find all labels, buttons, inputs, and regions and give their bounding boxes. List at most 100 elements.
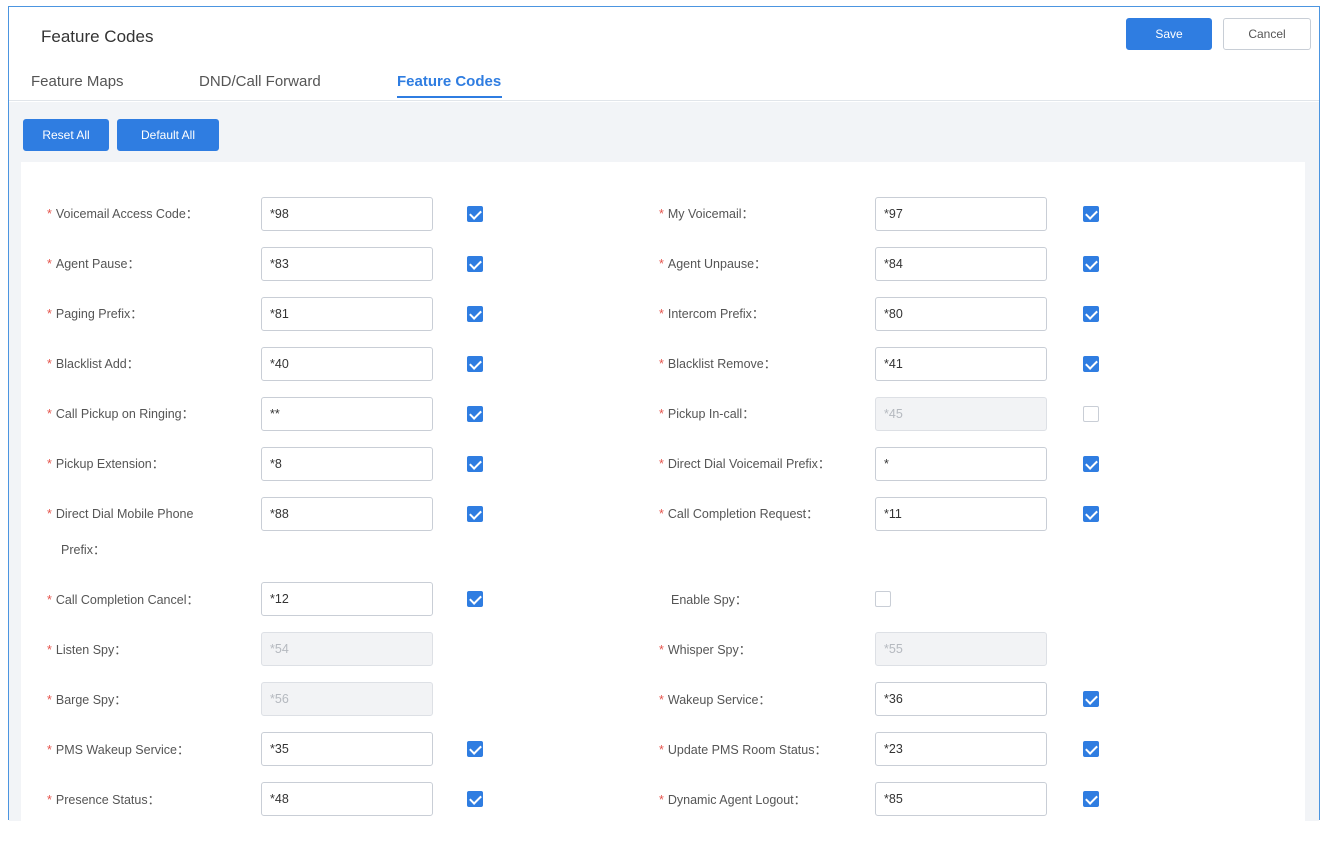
required-marker: * [47,693,52,707]
pms-wakeup-service-label: * PMS Wakeup Service： [47,743,190,757]
required-marker: * [47,507,52,521]
required-marker: * [659,207,664,221]
required-marker: * [659,793,664,807]
whisper-spy-input: *55 [875,632,1047,666]
wakeup-service-checkbox[interactable] [1083,691,1099,707]
required-marker: * [659,407,664,421]
call-completion-request-checkbox[interactable] [1083,506,1099,522]
intercom-prefix-label: * Intercom Prefix： [659,307,765,321]
direct-dial-voicemail-prefix-input[interactable]: * [875,447,1047,481]
intercom-prefix-input[interactable]: *80 [875,297,1047,331]
barge-spy-label: * Barge Spy： [47,693,127,707]
required-marker: * [659,643,664,657]
dynamic-agent-logout-label: * Dynamic Agent Logout： [659,793,807,807]
blacklist-add-input[interactable]: *40 [261,347,433,381]
tab-feature-codes[interactable]: Feature Codes [397,73,501,90]
pickup-extension-label: * Pickup Extension： [47,457,165,471]
required-marker: * [659,307,664,321]
enable-spy-checkbox[interactable] [875,591,891,607]
paging-prefix-label: * Paging Prefix： [47,307,143,321]
paging-prefix-checkbox[interactable] [467,306,483,322]
direct-dial-voicemail-prefix-checkbox[interactable] [1083,456,1099,472]
pms-wakeup-service-checkbox[interactable] [467,741,483,757]
active-tab-indicator [397,96,502,98]
required-marker: * [47,307,52,321]
enable-spy-label: Enable Spy： [671,593,748,607]
blacklist-add-label: * Blacklist Add： [47,357,140,371]
call-completion-cancel-input[interactable]: *12 [261,582,433,616]
blacklist-add-checkbox[interactable] [467,356,483,372]
wakeup-service-label: * Wakeup Service： [659,693,771,707]
content-area: Reset All Default All * Voicemail Access … [9,102,1319,862]
required-marker: * [47,643,52,657]
call-completion-request-label: * Call Completion Request： [659,507,819,521]
agent-unpause-label: * Agent Unpause： [659,257,767,271]
direct-dial-mobile-phone-prefix-label-line2: Prefix： [61,543,106,557]
required-marker: * [659,507,664,521]
paging-prefix-input[interactable]: *81 [261,297,433,331]
voicemail-access-code-input[interactable]: *98 [261,197,433,231]
blacklist-remove-label: * Blacklist Remove： [659,357,777,371]
agent-unpause-input[interactable]: *84 [875,247,1047,281]
listen-spy-input: *54 [261,632,433,666]
direct-dial-voicemail-prefix-label: * Direct Dial Voicemail Prefix： [659,457,831,471]
cancel-button[interactable]: Cancel [1223,18,1311,50]
required-marker: * [659,693,664,707]
required-marker: * [47,457,52,471]
save-button[interactable]: Save [1126,18,1212,50]
call-completion-cancel-checkbox[interactable] [467,591,483,607]
agent-pause-input[interactable]: *83 [261,247,433,281]
dynamic-agent-logout-input[interactable]: *85 [875,782,1047,816]
agent-unpause-checkbox[interactable] [1083,256,1099,272]
reset-all-button[interactable]: Reset All [23,119,109,151]
blacklist-remove-input[interactable]: *41 [875,347,1047,381]
listen-spy-label: * Listen Spy： [47,643,127,657]
whisper-spy-label: * Whisper Spy： [659,643,752,657]
required-marker: * [47,593,52,607]
agent-pause-label: * Agent Pause： [47,257,140,271]
required-marker: * [47,207,52,221]
required-marker: * [659,357,664,371]
required-marker: * [659,743,664,757]
required-marker: * [47,407,52,421]
wakeup-service-input[interactable]: *36 [875,682,1047,716]
pickup-extension-checkbox[interactable] [467,456,483,472]
required-marker: * [659,457,664,471]
tab-feature-maps[interactable]: Feature Maps [31,73,124,90]
feature-codes-form: * Voicemail Access Code： *98 * My Voicemai… [21,162,1305,862]
page-title: Feature Codes [41,27,154,46]
presence-status-input[interactable]: *48 [261,782,433,816]
update-pms-room-status-checkbox[interactable] [1083,741,1099,757]
call-pickup-on-ringing-checkbox[interactable] [467,406,483,422]
agent-pause-checkbox[interactable] [467,256,483,272]
required-marker: * [47,257,52,271]
call-completion-request-input[interactable]: *11 [875,497,1047,531]
main-frame: Feature Codes Save Cancel Feature Maps D… [8,6,1320,862]
blacklist-remove-checkbox[interactable] [1083,356,1099,372]
call-pickup-on-ringing-input[interactable]: ** [261,397,433,431]
my-voicemail-input[interactable]: *97 [875,197,1047,231]
dynamic-agent-logout-checkbox[interactable] [1083,791,1099,807]
pickup-in-call-checkbox[interactable] [1083,406,1099,422]
required-marker: * [47,743,52,757]
direct-dial-mobile-phone-prefix-input[interactable]: *88 [261,497,433,531]
voicemail-access-code-checkbox[interactable] [467,206,483,222]
pickup-in-call-label: * Pickup In-call： [659,407,755,421]
direct-dial-mobile-phone-prefix-label: * Direct Dial Mobile Phone [47,507,194,521]
direct-dial-mobile-phone-prefix-checkbox[interactable] [467,506,483,522]
required-marker: * [659,257,664,271]
presence-status-label: * Presence Status： [47,793,161,807]
tab-dnd-call-forward[interactable]: DND/Call Forward [199,73,321,90]
call-completion-cancel-label: * Call Completion Cancel： [47,593,199,607]
voicemail-access-code-label: * Voicemail Access Code： [47,207,199,221]
default-all-button[interactable]: Default All [117,119,219,151]
presence-status-checkbox[interactable] [467,791,483,807]
page-header: Feature Codes Save Cancel Feature Maps D… [9,7,1319,101]
required-marker: * [47,793,52,807]
my-voicemail-label: * My Voicemail： [659,207,755,221]
pms-wakeup-service-input[interactable]: *35 [261,732,433,766]
my-voicemail-checkbox[interactable] [1083,206,1099,222]
pickup-extension-input[interactable]: *8 [261,447,433,481]
intercom-prefix-checkbox[interactable] [1083,306,1099,322]
update-pms-room-status-input[interactable]: *23 [875,732,1047,766]
